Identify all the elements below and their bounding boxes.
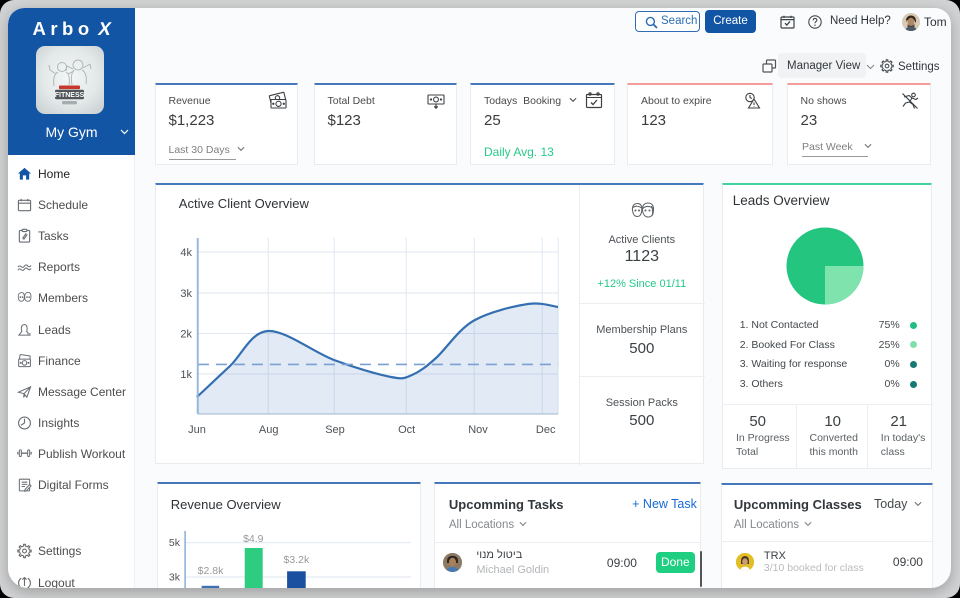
svg-text:4k: 4k <box>180 247 192 259</box>
svg-text:$2.8k: $2.8k <box>198 565 224 577</box>
svg-text:Sep: Sep <box>325 424 345 436</box>
svg-text:$3.2k: $3.2k <box>284 554 310 566</box>
svg-text:Dec: Dec <box>536 424 556 436</box>
svg-text:3k: 3k <box>180 288 192 300</box>
svg-text:$4.9: $4.9 <box>243 533 264 545</box>
svg-text:FITNESS: FITNESS <box>55 92 85 99</box>
svg-text:Aug: Aug <box>259 424 279 436</box>
svg-text:1k: 1k <box>180 369 192 381</box>
svg-text:2k: 2k <box>180 329 192 341</box>
svg-text:Oct: Oct <box>398 424 415 436</box>
svg-text:Nov: Nov <box>468 424 488 436</box>
svg-text:Jun: Jun <box>188 424 206 436</box>
svg-text:5k: 5k <box>169 537 181 549</box>
svg-text:3k: 3k <box>169 572 181 584</box>
